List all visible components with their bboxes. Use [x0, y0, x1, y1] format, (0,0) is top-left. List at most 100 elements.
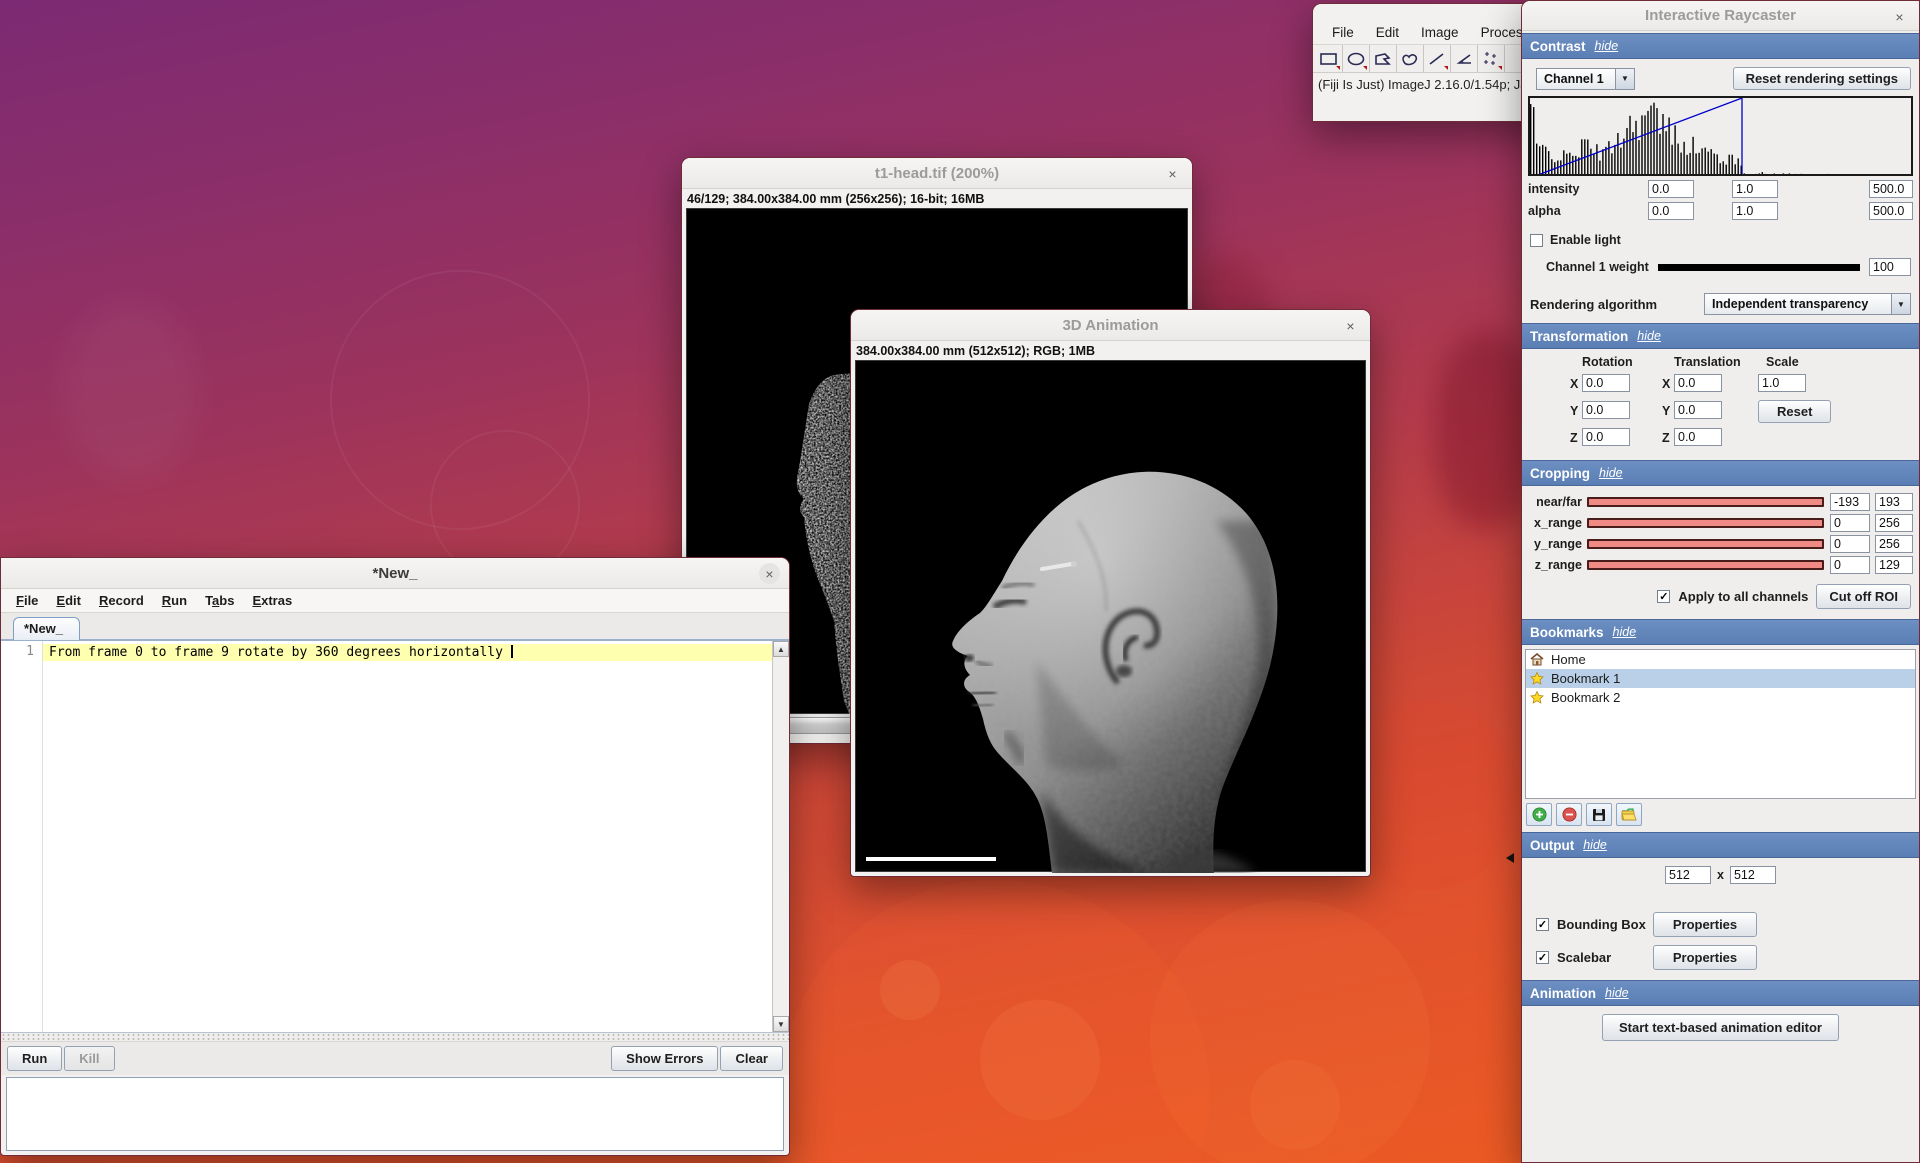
zrange-max-field[interactable]: 129 [1875, 556, 1913, 574]
yrange-min-field[interactable]: 0 [1830, 535, 1870, 553]
anim-close-icon[interactable]: × [1340, 315, 1361, 336]
t1-close-icon[interactable]: × [1162, 163, 1183, 184]
cropping-hide-link[interactable]: hide [1599, 466, 1623, 480]
translation-z-field[interactable]: 0.0 [1674, 428, 1722, 446]
clear-button[interactable]: Clear [720, 1046, 783, 1071]
reset-rendering-button[interactable]: Reset rendering settings [1733, 67, 1911, 90]
editor-vertical-scrollbar[interactable]: ▲ ▼ [772, 641, 789, 1032]
anim-titlebar[interactable]: 3D Animation × [851, 310, 1370, 341]
editor-splitter[interactable] [1, 1033, 789, 1041]
freehand-tool-icon[interactable] [1397, 45, 1424, 72]
raycaster-titlebar[interactable]: Interactive Raycaster × [1522, 1, 1919, 31]
start-animation-editor-button[interactable]: Start text-based animation editor [1602, 1014, 1839, 1041]
polygon-tool-icon[interactable] [1370, 45, 1397, 72]
alpha-gamma-field[interactable]: 1.0 [1732, 202, 1778, 220]
editor-menu-run[interactable]: Run [153, 591, 196, 610]
editor-menu-record[interactable]: Record [90, 591, 153, 610]
rendering-algorithm-select[interactable]: Independent transparency ▼ [1704, 293, 1911, 315]
xrange-max-field[interactable]: 256 [1875, 514, 1913, 532]
zrange-min-field[interactable]: 0 [1830, 556, 1870, 574]
kill-button[interactable]: Kill [64, 1046, 114, 1071]
cut-off-roi-button[interactable]: Cut off ROI [1816, 584, 1911, 609]
fiji-menu-image[interactable]: Image [1410, 23, 1470, 42]
text-caret [511, 645, 513, 658]
xrange-slider[interactable] [1587, 518, 1824, 528]
bookmarks-hide-link[interactable]: hide [1613, 625, 1637, 639]
translation-x-field[interactable]: 0.0 [1674, 374, 1722, 392]
alpha-min-field[interactable]: 0.0 [1648, 202, 1694, 220]
nearfar-slider[interactable] [1587, 497, 1824, 507]
output-width-field[interactable]: 512 [1665, 866, 1711, 884]
editor-menu-file[interactable]: File [7, 591, 47, 610]
fiji-menu-file[interactable]: File [1321, 23, 1365, 42]
anim-render-image[interactable] [855, 360, 1366, 872]
show-errors-button[interactable]: Show Errors [611, 1046, 718, 1071]
editor-menubar: File Edit Record Run Tabs Extras [1, 589, 789, 613]
rotation-z-field[interactable]: 0.0 [1582, 428, 1630, 446]
scalebar-row: ✓ Scalebar Properties [1536, 945, 1919, 970]
angle-tool-icon[interactable] [1451, 45, 1478, 72]
intensity-max-field[interactable]: 500.0 [1869, 180, 1913, 198]
raycaster-close-icon[interactable]: × [1889, 6, 1910, 27]
editor-tab-new[interactable]: *New_ [13, 617, 80, 640]
animation-hide-link[interactable]: hide [1605, 986, 1629, 1000]
scalebar-checkbox[interactable]: ✓ [1536, 951, 1549, 964]
nearfar-min-field[interactable]: -193 [1830, 493, 1870, 511]
bounding-box-properties-button[interactable]: Properties [1653, 912, 1757, 937]
channel-weight-field[interactable]: 100 [1869, 258, 1911, 276]
editor-menu-extras[interactable]: Extras [243, 591, 301, 610]
enable-light-checkbox[interactable] [1530, 234, 1543, 247]
yrange-slider[interactable] [1587, 539, 1824, 549]
editor-code-area[interactable]: From frame 0 to frame 9 rotate by 360 de… [43, 641, 772, 1032]
enable-light-label: Enable light [1550, 233, 1621, 247]
intensity-gamma-field[interactable]: 1.0 [1732, 180, 1778, 198]
scroll-up-icon[interactable]: ▲ [773, 641, 789, 657]
fiji-menu-edit[interactable]: Edit [1365, 23, 1410, 42]
output-hide-link[interactable]: hide [1583, 838, 1607, 852]
rotation-x-field[interactable]: 0.0 [1582, 374, 1630, 392]
add-bookmark-button[interactable] [1526, 803, 1552, 826]
nearfar-max-field[interactable]: 193 [1875, 493, 1913, 511]
channel-select[interactable]: Channel 1 ▼ [1536, 68, 1635, 90]
transform-reset-button[interactable]: Reset [1758, 400, 1831, 423]
rotation-y-field[interactable]: 0.0 [1582, 401, 1630, 419]
scale-field[interactable]: 1.0 [1758, 374, 1806, 392]
bookmark-item-1[interactable]: Bookmark 1 [1526, 669, 1915, 688]
translation-y-field[interactable]: 0.0 [1674, 401, 1722, 419]
zrange-slider[interactable] [1587, 560, 1824, 570]
editor-menu-tabs[interactable]: Tabs [196, 591, 243, 610]
rectangle-tool-icon[interactable] [1316, 45, 1343, 72]
bounding-box-checkbox[interactable]: ✓ [1536, 918, 1549, 931]
editor-close-icon[interactable]: × [759, 563, 780, 584]
contrast-hide-link[interactable]: hide [1595, 39, 1619, 53]
bookmark-item-home[interactable]: Home [1526, 650, 1915, 669]
yrange-max-field[interactable]: 256 [1875, 535, 1913, 553]
editor-output-console[interactable] [6, 1077, 784, 1151]
editor-menu-edit[interactable]: Edit [47, 591, 90, 610]
t1-titlebar[interactable]: t1-head.tif (200%) × [682, 158, 1192, 189]
scroll-down-icon[interactable]: ▼ [773, 1016, 789, 1032]
editor-current-line[interactable]: From frame 0 to frame 9 rotate by 360 de… [43, 644, 772, 661]
contrast-histogram[interactable] [1528, 96, 1913, 176]
alpha-max-field[interactable]: 500.0 [1869, 202, 1913, 220]
oval-tool-icon[interactable] [1343, 45, 1370, 72]
fiji-titlebar[interactable] [1313, 4, 1556, 12]
load-bookmarks-button[interactable] [1616, 803, 1642, 826]
bookmark-item-2[interactable]: Bookmark 2 [1526, 688, 1915, 707]
line-tool-icon[interactable] [1424, 45, 1451, 72]
remove-bookmark-button[interactable] [1556, 803, 1582, 826]
save-bookmarks-button[interactable] [1586, 803, 1612, 826]
intensity-min-field[interactable]: 0.0 [1648, 180, 1694, 198]
point-tool-icon[interactable] [1478, 45, 1505, 72]
transformation-hide-link[interactable]: hide [1637, 329, 1661, 343]
apply-all-channels-checkbox[interactable]: ✓ [1657, 590, 1670, 603]
editor-titlebar[interactable]: *New_ × [1, 558, 789, 589]
output-height-field[interactable]: 512 [1730, 866, 1776, 884]
xrange-min-field[interactable]: 0 [1830, 514, 1870, 532]
run-button[interactable]: Run [7, 1046, 62, 1071]
channel-weight-slider[interactable] [1658, 264, 1860, 271]
scalebar-properties-button[interactable]: Properties [1653, 945, 1757, 970]
apply-all-channels-label: Apply to all channels [1678, 589, 1808, 604]
enable-light-row: Enable light [1530, 233, 1919, 247]
panel-collapse-arrow-icon[interactable] [1506, 853, 1514, 863]
